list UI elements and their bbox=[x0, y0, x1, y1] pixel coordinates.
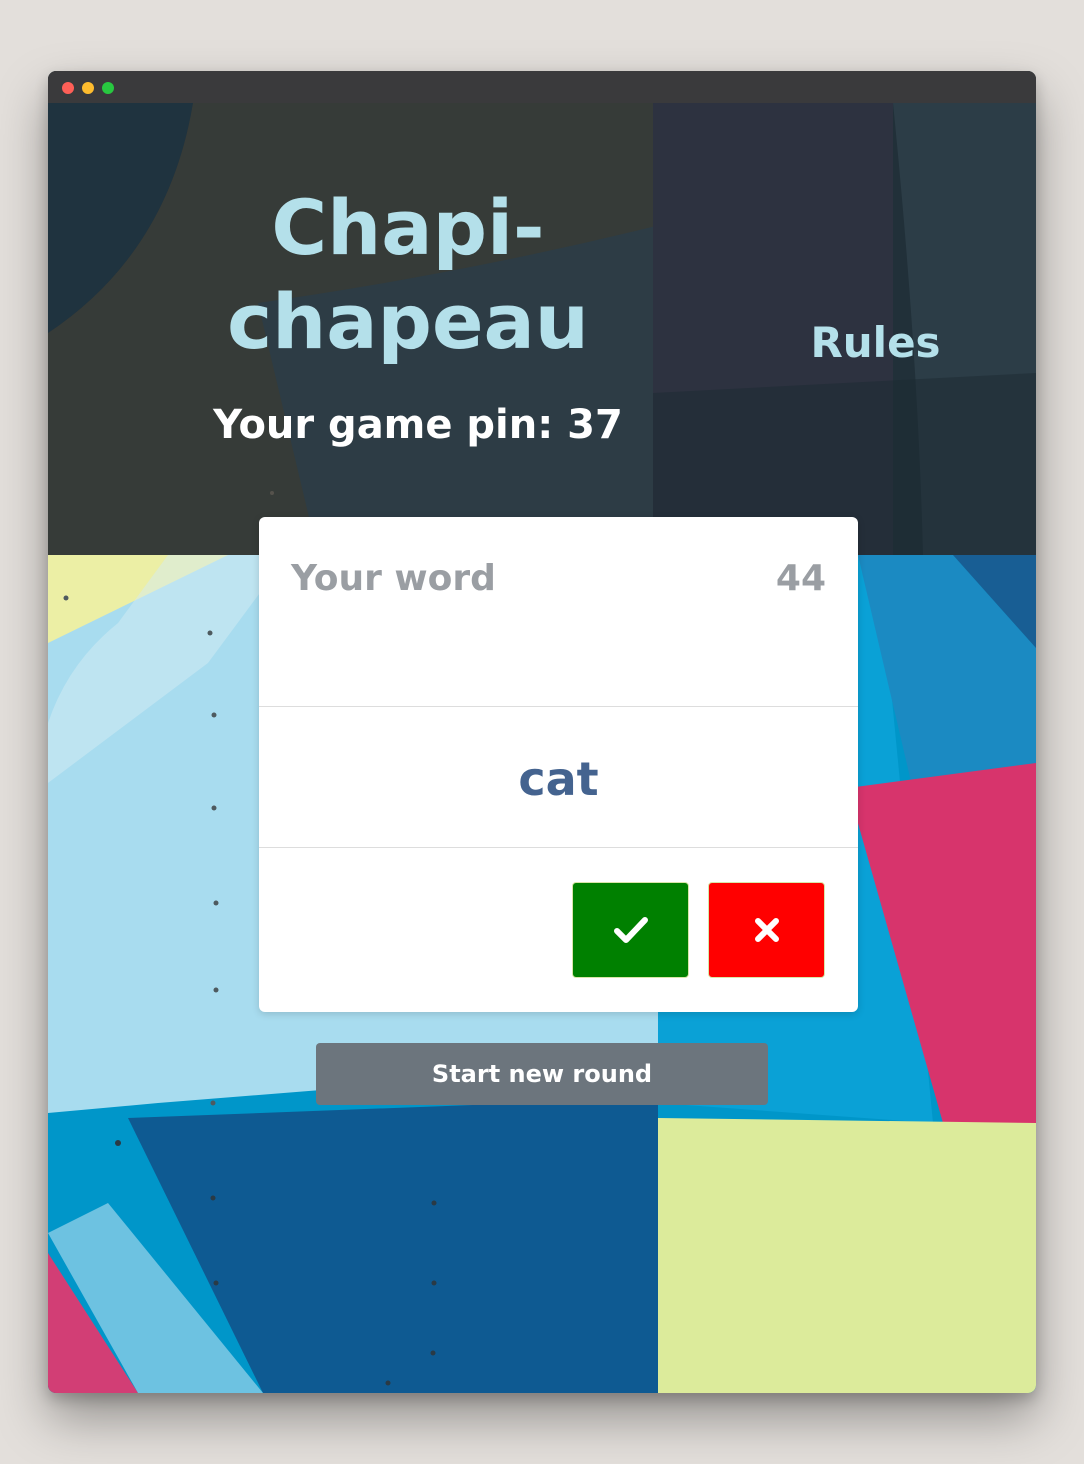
app-title-line2: chapeau bbox=[227, 277, 589, 366]
word-card-header: Your word 44 bbox=[259, 517, 858, 707]
x-icon bbox=[754, 918, 779, 942]
correct-button[interactable] bbox=[572, 882, 689, 978]
word-card: Your word 44 cat bbox=[259, 517, 858, 1012]
check-icon bbox=[613, 917, 648, 943]
app-title-line1: Chapi- bbox=[271, 183, 545, 272]
window-titlebar bbox=[48, 71, 1036, 103]
word-card-footer bbox=[259, 848, 858, 1012]
wrong-button[interactable] bbox=[708, 882, 825, 978]
maximize-window-button[interactable] bbox=[102, 82, 114, 94]
word-card-body: cat bbox=[259, 707, 858, 848]
browser-window: Chapi- chapeau Your game pin: 37 Rules Y… bbox=[48, 71, 1036, 1393]
close-window-button[interactable] bbox=[62, 82, 74, 94]
app-title: Chapi- chapeau bbox=[198, 181, 618, 369]
game-pin: Your game pin: 37 bbox=[213, 402, 623, 448]
start-new-round-button[interactable]: Start new round bbox=[316, 1043, 768, 1105]
word-card-label: Your word bbox=[291, 558, 496, 599]
current-word: cat bbox=[518, 752, 599, 806]
countdown-timer: 44 bbox=[775, 558, 826, 599]
rules-link[interactable]: Rules bbox=[788, 315, 963, 371]
minimize-window-button[interactable] bbox=[82, 82, 94, 94]
